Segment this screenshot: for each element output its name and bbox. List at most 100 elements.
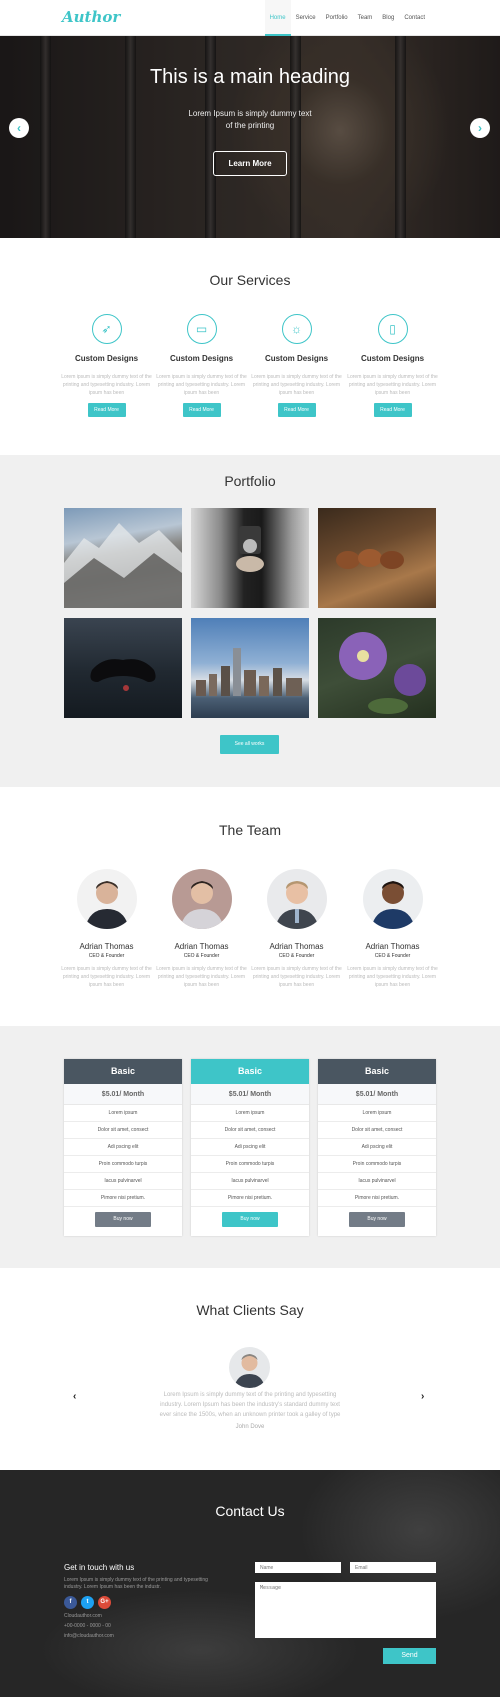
member-name: Adrian Thomas [79, 942, 134, 951]
avatar [76, 869, 137, 929]
twitter-icon[interactable]: t [81, 1596, 94, 1609]
chevron-left-icon[interactable]: ‹ [73, 1391, 76, 1402]
contact-text: Lorem Ipsum is simply dummy text of the … [64, 1577, 208, 1590]
avatar [266, 869, 327, 929]
member-role: CEO & Founder [88, 953, 125, 959]
testimonial-text: Lorem Ipsum is simply dummy text of the … [159, 1392, 341, 1418]
plan-feature: Iacus pulvinarvel [191, 1173, 309, 1190]
mountains-graphic [64, 523, 182, 608]
service-title: Custom Designs [74, 354, 139, 363]
testimonials-title: What Clients Say [196, 1302, 304, 1318]
service-title: Custom Designs [360, 354, 425, 363]
plan-feature: Pimore nisi pretium. [318, 1190, 436, 1207]
page: Author Home Service Portfolio Team Blog … [0, 0, 500, 1697]
service-title: Custom Designs [169, 354, 234, 363]
name-field[interactable] [255, 1562, 341, 1573]
portfolio-title: Portfolio [224, 473, 276, 489]
hero-heading: This is a main heading [149, 66, 351, 88]
pricing-card: Basic $5.01/ Month Lorem ipsum Dolor sit… [64, 1059, 182, 1236]
nav-item-portfolio[interactable]: Portfolio [321, 0, 353, 36]
portfolio-image-purple-flower[interactable] [318, 618, 436, 718]
team-title: The Team [219, 822, 281, 838]
plan-price: $5.01/ Month [64, 1084, 182, 1105]
email-field[interactable] [350, 1562, 436, 1573]
plan-feature: Proin commodo turpis [191, 1156, 309, 1173]
nav-item-service[interactable]: Service [291, 0, 321, 36]
team-member: Adrian Thomas CEO & Founder Lorem ipsum … [154, 869, 249, 989]
service-title: Custom Designs [264, 354, 329, 363]
plan-feature: Pimore nisi pretium. [64, 1190, 182, 1207]
rocket-icon: ➶ [91, 314, 122, 344]
plan-name: Basic [191, 1059, 309, 1084]
contact-info: Get in touch with us Lorem Ipsum is simp… [64, 1563, 214, 1639]
plan-price: $5.01/ Month [318, 1084, 436, 1105]
chevron-left-icon[interactable]: ‹ [9, 118, 29, 138]
service-text: Lorem ipsum is simply dummy text of the … [347, 374, 438, 396]
plan-feature: Pimore nisi pretium. [191, 1190, 309, 1207]
portfolio-image-camera[interactable] [191, 508, 309, 608]
portfolio-image-mountains[interactable] [64, 508, 182, 608]
top-navbar: Author Home Service Portfolio Team Blog … [0, 0, 500, 36]
services-title: Our Services [209, 272, 291, 288]
avatar-graphic [370, 881, 415, 929]
mobile-icon: ▯ [377, 314, 408, 344]
contact-email[interactable]: info@cloudauthor.com [64, 1633, 214, 1639]
nav-item-team[interactable]: Team [353, 0, 378, 36]
team-member: Adrian Thomas CEO & Founder Lorem ipsum … [249, 869, 344, 989]
facebook-icon[interactable]: f [64, 1596, 77, 1609]
member-name: Adrian Thomas [365, 942, 420, 951]
testimonial-author: John Dove [235, 1424, 265, 1430]
send-button[interactable]: Send [383, 1648, 436, 1664]
google-plus-icon[interactable]: G+ [98, 1596, 111, 1609]
member-text: Lorem ipsum is simply dummy text of the … [347, 966, 438, 988]
avatar-graphic [84, 881, 129, 929]
plan-price: $5.01/ Month [191, 1084, 309, 1105]
contact-website[interactable]: Cloudauthor.com [64, 1613, 214, 1619]
portfolio-image-city-skyline[interactable] [191, 618, 309, 718]
avatar-graphic [179, 881, 224, 929]
read-more-button[interactable]: Read More [373, 403, 412, 417]
logo[interactable]: Author [62, 8, 120, 26]
contact-title: Contact Us [215, 1503, 285, 1519]
buy-now-button[interactable]: Buy now [222, 1212, 278, 1227]
member-text: Lorem ipsum is simply dummy text of the … [61, 966, 152, 988]
read-more-button[interactable]: Read More [182, 403, 221, 417]
service-card: ➶ Custom Designs Lorem ipsum is simply d… [59, 314, 154, 417]
client-avatar-graphic [234, 1354, 265, 1388]
chevron-right-icon[interactable]: › [470, 118, 490, 138]
member-role: CEO & Founder [183, 953, 220, 959]
camera-graphic [236, 526, 264, 572]
plan-feature: Adi pscing elit [191, 1139, 309, 1156]
see-all-works-button[interactable]: See all works [220, 735, 279, 754]
service-text: Lorem ipsum is simply dummy text of the … [251, 374, 342, 396]
avatar [171, 869, 232, 929]
main-menu: Home Service Portfolio Team Blog Contact [264, 0, 430, 36]
client-avatar [229, 1347, 270, 1388]
monitor-icon: ▭ [186, 314, 217, 344]
portfolio-image-gamepad[interactable] [64, 618, 182, 718]
message-field[interactable] [255, 1582, 436, 1638]
plan-feature: Iacus pulvinarvel [64, 1173, 182, 1190]
buy-now-button[interactable]: Buy now [95, 1212, 151, 1227]
plan-feature: Proin commodo turpis [318, 1156, 436, 1173]
plan-name: Basic [64, 1059, 182, 1084]
service-text: Lorem ipsum is simply dummy text of the … [61, 374, 152, 396]
plan-feature: Dolor sit amet, consect [318, 1122, 436, 1139]
plan-feature: Dolor sit amet, consect [64, 1122, 182, 1139]
social-links: f t G+ [64, 1596, 214, 1609]
contact-subtitle: Get in touch with us [64, 1563, 135, 1572]
plan-feature: Adi pscing elit [64, 1139, 182, 1156]
nav-item-contact[interactable]: Contact [399, 0, 430, 36]
buy-now-button[interactable]: Buy now [349, 1212, 405, 1227]
plan-name: Basic [318, 1059, 436, 1084]
member-text: Lorem ipsum is simply dummy text of the … [251, 966, 342, 988]
service-card: ▭ Custom Designs Lorem ipsum is simply d… [154, 314, 249, 417]
chevron-right-icon[interactable]: › [421, 1391, 424, 1402]
learn-more-button[interactable]: Learn More [213, 151, 287, 176]
read-more-button[interactable]: Read More [87, 403, 126, 417]
lightbulb-icon: ☼ [281, 314, 312, 344]
read-more-button[interactable]: Read More [277, 403, 316, 417]
portfolio-image-mushrooms[interactable] [318, 508, 436, 608]
nav-item-blog[interactable]: Blog [377, 0, 399, 36]
nav-item-home[interactable]: Home [264, 0, 291, 36]
